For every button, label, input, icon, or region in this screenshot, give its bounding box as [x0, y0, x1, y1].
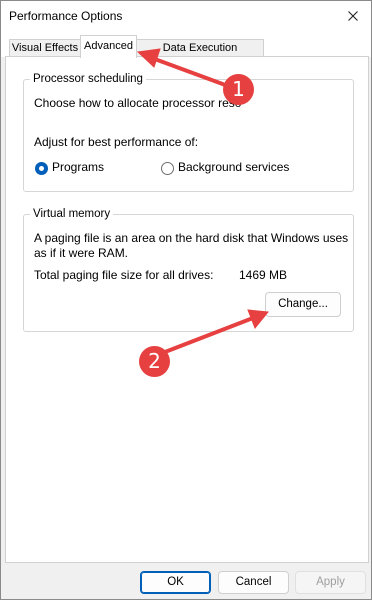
tab-advanced[interactable]: Advanced — [80, 35, 137, 58]
close-button[interactable] — [339, 3, 367, 29]
annotation-badge-2: 2 — [139, 346, 170, 377]
change-button[interactable]: Change... — [265, 292, 341, 317]
tab-visual-effects[interactable]: Visual Effects — [9, 39, 81, 57]
performance-options-window: Performance Options Visual Effects Advan… — [0, 0, 372, 600]
total-paging-file-label: Total paging file size for all drives: — [34, 268, 214, 282]
adjust-performance-label: Adjust for best performance of: — [34, 135, 199, 149]
virtual-memory-description-line2: as if it were RAM. — [34, 246, 129, 260]
window-title: Performance Options — [9, 9, 123, 23]
title-bar: Performance Options — [1, 1, 371, 33]
virtual-memory-description-line1: A paging file is an area on the hard dis… — [34, 231, 349, 245]
advanced-tab-panel: Processor scheduling Choose how to alloc… — [5, 56, 369, 563]
processor-scheduling-group: Processor scheduling Choose how to alloc… — [23, 72, 354, 192]
radio-unchecked-indicator — [161, 162, 174, 175]
total-paging-file-value: 1469 MB — [239, 268, 288, 282]
close-icon — [348, 11, 358, 21]
ok-button[interactable]: OK — [140, 571, 211, 594]
annotation-badge-1: 1 — [223, 74, 254, 105]
virtual-memory-title: Virtual memory — [30, 207, 114, 221]
virtual-memory-group: Virtual memory A paging file is an area … — [23, 207, 354, 332]
radio-checked-indicator — [35, 162, 48, 175]
programs-radio-label: Programs — [52, 160, 105, 174]
processor-scheduling-description: Choose how to allocate processor reso — [34, 96, 242, 110]
cancel-button[interactable]: Cancel — [218, 571, 289, 594]
apply-button[interactable]: Apply — [295, 571, 366, 594]
processor-scheduling-title: Processor scheduling — [30, 72, 146, 86]
background-services-radio-label: Background services — [178, 160, 290, 174]
tab-data-execution-prevention[interactable]: Data Execution Prevention — [136, 39, 264, 71]
tab-bar: Visual Effects Advanced Data Execution P… — [1, 33, 371, 71]
